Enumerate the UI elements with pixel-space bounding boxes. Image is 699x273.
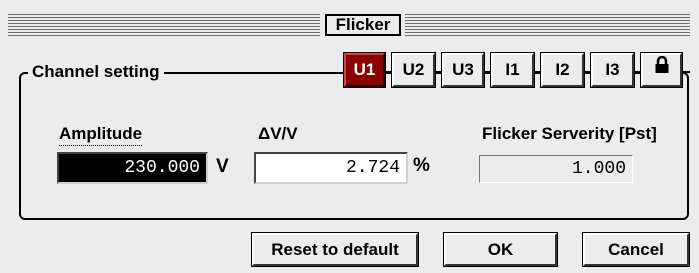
cancel-button[interactable]: Cancel — [582, 232, 690, 267]
amplitude-unit: V — [216, 156, 229, 177]
lock-icon — [654, 54, 670, 84]
amplitude-label: Amplitude — [59, 123, 143, 146]
tab-connector — [435, 71, 442, 73]
delta-v-label: ΔV/V — [258, 124, 298, 143]
title-bar-stripes-right — [405, 14, 690, 36]
channel-setting-group — [19, 72, 689, 220]
flicker-dialog: Flicker Channel setting U1 U2 U3 I1 I2 I… — [0, 0, 699, 273]
tab-connector — [534, 71, 541, 73]
tab-connector — [584, 71, 591, 73]
title-bar-stripes-left — [8, 14, 320, 36]
tab-u2[interactable]: U2 — [391, 52, 436, 88]
tab-connector — [634, 71, 641, 73]
tab-connector — [385, 71, 392, 73]
tab-i3[interactable]: I3 — [590, 52, 635, 88]
tab-lock[interactable] — [640, 52, 683, 88]
tab-connector — [682, 71, 690, 73]
flicker-severity-value: 1.000 — [479, 155, 633, 183]
tab-i1[interactable]: I1 — [490, 52, 535, 88]
tab-u3[interactable]: U3 — [441, 52, 485, 88]
tab-u1[interactable]: U1 — [343, 52, 386, 88]
flicker-severity-label: Flicker Serverity [Pst] — [482, 124, 657, 143]
reset-to-default-button[interactable]: Reset to default — [251, 232, 419, 267]
tab-connector — [484, 71, 491, 73]
title-bar[interactable]: Flicker — [8, 14, 690, 36]
delta-v-unit: % — [413, 155, 430, 176]
dialog-title: Flicker — [325, 14, 401, 36]
channel-setting-label: Channel setting — [28, 61, 164, 83]
ok-button[interactable]: OK — [443, 232, 558, 267]
delta-v-field[interactable]: 2.724 — [254, 152, 408, 184]
amplitude-field[interactable]: 230.000 — [57, 152, 208, 184]
tab-i2[interactable]: I2 — [540, 52, 585, 88]
